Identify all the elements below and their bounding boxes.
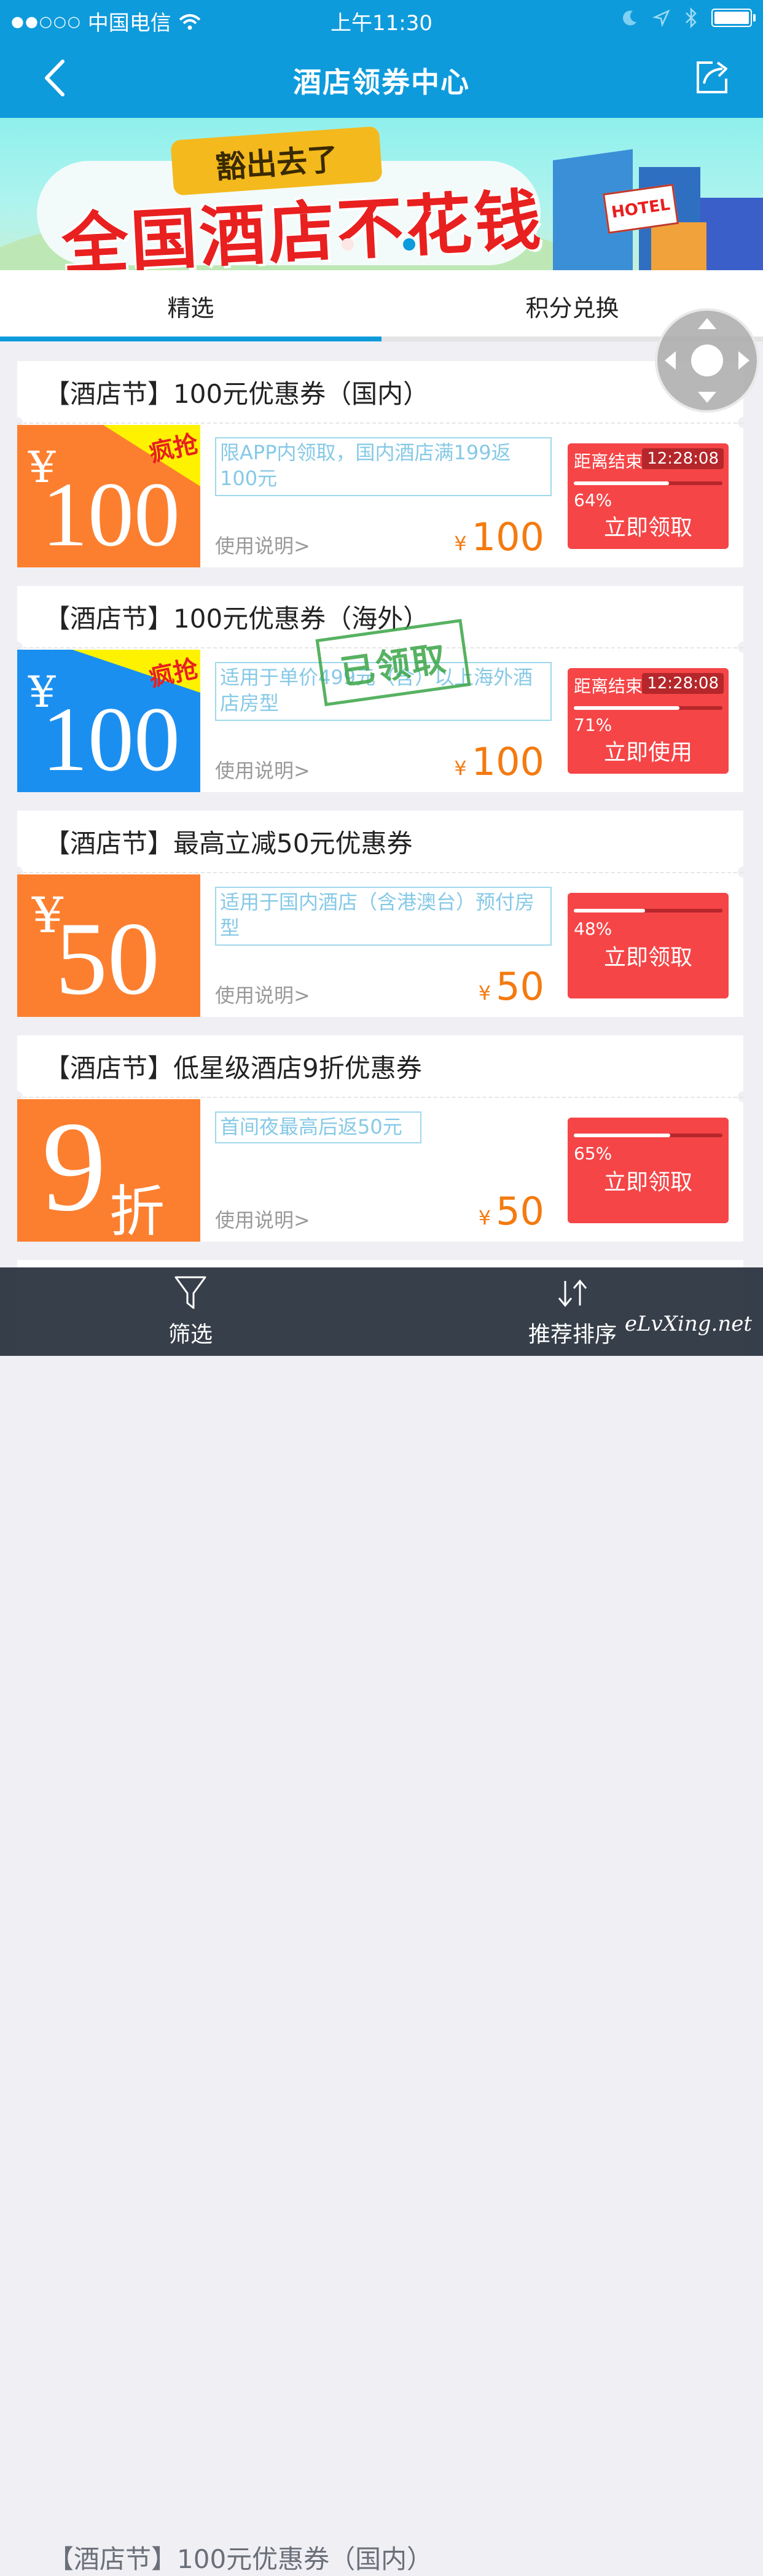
price-value: 100 [471,739,544,784]
progress-bar [574,481,722,485]
coupon-card: 【酒店节】100元优惠券（国内） 疯抢 ¥ 100 限APP内领取，国内酒店满1… [12,361,749,567]
coupon-badge: ¥ 50 [17,874,200,1017]
coupon-description: 首间夜最高后返50元 [215,1111,421,1143]
coupon-price: ¥100 [454,739,544,784]
building-illustration [700,198,763,270]
moon-icon [623,10,636,26]
usage-instructions-link[interactable]: 使用说明> [215,755,310,784]
floating-dpad-control[interactable] [655,308,759,413]
location-arrow-icon [652,9,670,27]
coupon-card: 【酒店节】最高立减50元优惠券 ¥ 50 适用于国内酒店（含港澳台）预付房型 使… [12,811,749,1017]
page-title: 酒店领券中心 [293,66,470,99]
sort-arrows-icon [558,1279,587,1307]
usage-instructions-link[interactable]: 使用说明> [215,980,310,1008]
coupon-badge: 疯抢 ¥ 100 [17,650,200,792]
claim-button[interactable]: 65% 立即领取 [568,1118,729,1223]
progress-bar [574,706,722,710]
claim-button[interactable]: 48% 立即领取 [568,893,729,998]
coupon-badge: 疯抢 ¥ 100 [17,425,200,567]
coupon-title: 【酒店节】最高立减50元优惠券 [44,828,413,858]
coupon-price: ¥100 [454,515,544,559]
price-value: 100 [471,515,544,559]
coupon-price: ¥50 [479,1189,544,1234]
action-label: 立即领取 [603,515,692,540]
progress-fill [574,481,669,485]
coupon-description: 限APP内领取，国内酒店满199返100元 [215,437,552,496]
countdown-timer: 12:28:08 [642,673,724,694]
progress-fill [574,706,679,710]
coupon-title: 【酒店节】100元优惠券（海外） [44,604,429,634]
tab-selected[interactable]: 精选 [0,270,381,341]
filter-label: 筛选 [168,1322,213,1347]
banner-page-dot-active[interactable] [403,238,415,251]
banner-page-dot[interactable] [342,238,354,251]
badge-amount: 50 [55,901,160,1016]
dpad-center [691,344,723,376]
sort-label: 推荐排序 [528,1322,617,1347]
partial-coupon-title: 【酒店节】100元优惠券（国内） [48,2544,433,2574]
tab-bar: 精选 积分兑换 [0,270,763,341]
price-value: 50 [496,964,544,1009]
action-label: 立即使用 [603,740,692,765]
badge-amount: 100 [42,464,180,566]
action-label: 立即领取 [603,945,692,970]
building-illustration [651,222,706,270]
dashed-divider [17,1097,743,1098]
progress-fill [574,909,646,912]
badge-unit: 折 [109,1180,165,1242]
countdown-timer: 12:28:08 [642,448,724,469]
dashed-divider [17,422,743,424]
usage-instructions-link[interactable]: 使用说明> [215,531,310,559]
price-value: 50 [496,1189,544,1234]
coupon-title: 【酒店节】低星级酒店9折优惠券 [44,1053,422,1083]
deadline-label: 距离结束 [574,451,643,472]
watermark: eLvXing.net [624,1312,752,1336]
progress-bar [574,909,722,912]
coupon-badge: 9 折 [17,1099,200,1242]
deadline-label: 距离结束 [574,676,643,696]
badge-amount: 100 [42,688,180,790]
bluetooth-icon [686,7,697,28]
progress-percent: 71% [574,715,612,735]
share-icon[interactable] [692,58,731,97]
coupon-card: 【酒店节】低星级酒店9折优惠券 9 折 首间夜最高后返50元 使用说明> ¥50… [12,1035,749,1242]
action-label: 立即领取 [603,1170,692,1195]
coupon-price: ¥50 [479,964,544,1009]
price-currency: ¥ [478,1206,491,1229]
progress-percent: 64% [574,490,612,510]
price-currency: ¥ [478,981,491,1005]
usage-instructions-link[interactable]: 使用说明> [215,1205,310,1233]
battery-icon [711,9,756,27]
price-currency: ¥ [454,757,467,780]
status-bar: ●●○○○ 中国电信 上午11:30 [0,0,763,38]
badge-amount: 9 [42,1099,106,1238]
coupon-title: 【酒店节】100元优惠券（国内） [44,379,429,409]
filter-funnel-icon [174,1276,206,1309]
filter-button[interactable]: 筛选 [98,1267,283,1356]
progress-fill [574,1134,671,1137]
nav-bar: 酒店领券中心 [0,38,763,118]
claim-button[interactable]: 距离结束 12:28:08 64% 立即领取 [568,443,729,549]
progress-bar [574,1134,722,1137]
coupon-description: 适用于国内酒店（含港澳台）预付房型 [215,887,552,946]
progress-percent: 48% [574,919,612,939]
price-currency: ¥ [454,532,467,555]
use-now-button[interactable]: 距离结束 12:28:08 71% 立即使用 [568,668,729,774]
dashed-divider [17,872,743,873]
progress-percent: 65% [574,1143,612,1164]
promo-banner[interactable]: 豁出去了 全国酒店不花钱 HOTEL [0,118,763,270]
